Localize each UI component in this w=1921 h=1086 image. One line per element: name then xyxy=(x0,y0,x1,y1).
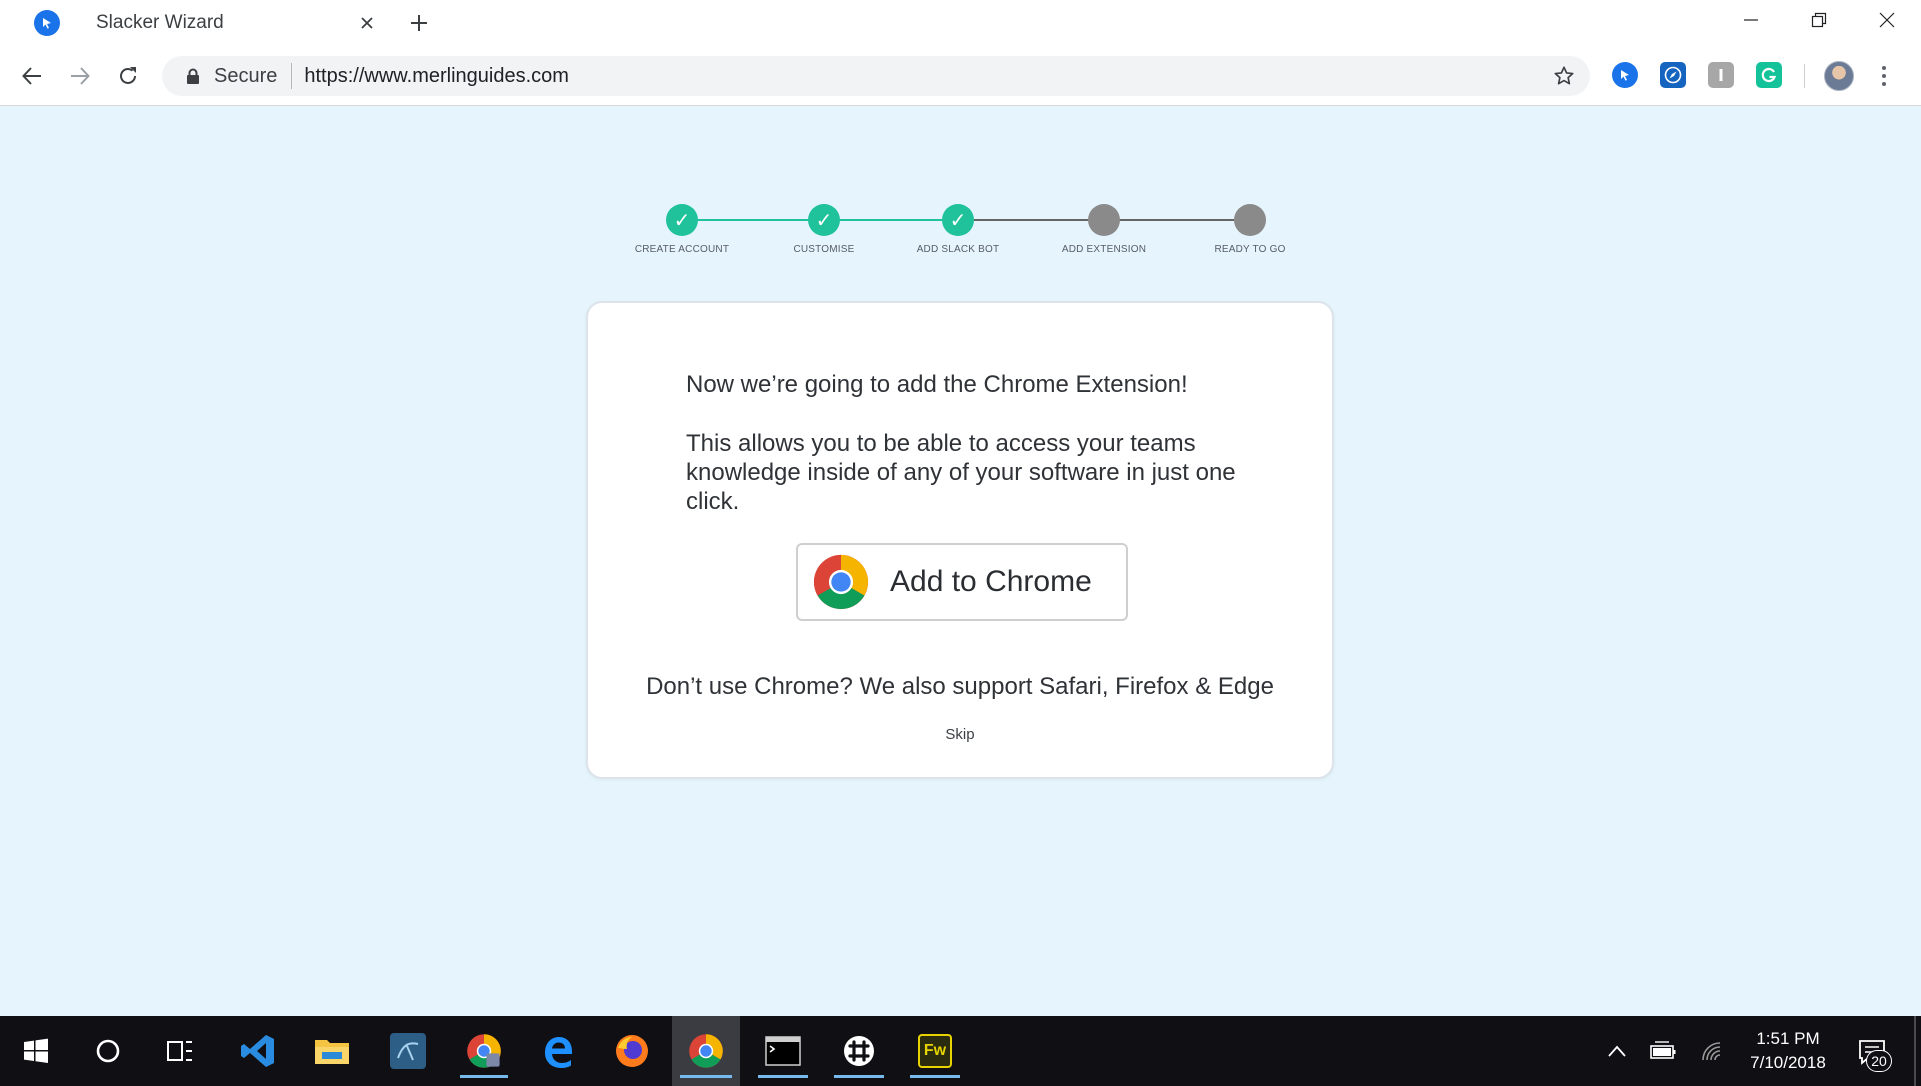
windows-start-icon[interactable] xyxy=(4,1016,68,1086)
step-check-icon: ✓ xyxy=(666,204,698,236)
card-heading: Now we’re going to add the Chrome Extens… xyxy=(686,371,1188,398)
battery-icon[interactable] xyxy=(1648,1036,1678,1066)
mysql-workbench-icon[interactable] xyxy=(376,1016,440,1086)
chevron-up-icon[interactable] xyxy=(1602,1036,1632,1066)
action-center-icon[interactable]: 20 xyxy=(1852,1032,1892,1072)
step-label: ADD SLACK BOT xyxy=(916,244,1000,255)
app-running-indicator xyxy=(910,1075,960,1078)
merlin-extension-icon[interactable] xyxy=(1612,62,1638,88)
step-add-slack-bot: ✓ ADD SLACK BOT xyxy=(878,204,1038,255)
lock-icon xyxy=(184,67,202,85)
page-content: ✓ CREATE ACCOUNT ✓ CUSTOMISE ✓ ADD SLACK… xyxy=(0,106,1921,1016)
app-running-indicator xyxy=(680,1075,732,1078)
secure-label: Secure xyxy=(214,64,278,87)
step-pending-dot xyxy=(1234,204,1266,236)
browser-support-text: Don’t use Chrome? We also support Safari… xyxy=(646,673,1274,700)
clock-date: 7/10/2018 xyxy=(1750,1053,1826,1072)
step-label: CREATE ACCOUNT xyxy=(634,244,730,255)
extensions-divider xyxy=(1804,64,1805,88)
edge-icon[interactable] xyxy=(526,1016,590,1086)
step-label: READY TO GO xyxy=(1214,244,1286,255)
chrome-icon[interactable] xyxy=(672,1016,740,1086)
tab-title: Slacker Wizard xyxy=(96,12,224,33)
instapaper-extension-icon[interactable] xyxy=(1708,62,1734,88)
extension-card: Now we’re going to add the Chrome Extens… xyxy=(586,301,1334,779)
url-text[interactable]: https://www.merlinguides.com xyxy=(304,65,569,88)
step-label: ADD EXTENSION xyxy=(1061,244,1147,255)
step-check-icon: ✓ xyxy=(942,204,974,236)
compass-extension-icon[interactable] xyxy=(1660,62,1686,88)
card-description: This allows you to be able to access you… xyxy=(686,430,1236,515)
omnibox-divider xyxy=(291,63,293,89)
bookmark-star-icon[interactable] xyxy=(1552,64,1576,88)
back-arrow-icon[interactable] xyxy=(16,60,48,92)
chrome-menu-icon[interactable] xyxy=(1874,60,1894,92)
window-controls xyxy=(1717,0,1921,40)
merlin-pointer-icon xyxy=(34,10,60,36)
address-bar[interactable]: Secure https://www.merlinguides.com xyxy=(162,56,1590,96)
task-view-icon[interactable] xyxy=(148,1016,212,1086)
show-desktop-button[interactable] xyxy=(1914,1016,1916,1086)
add-to-chrome-button[interactable]: Add to Chrome xyxy=(796,543,1128,621)
tab-strip: Slacker Wizard xyxy=(0,0,1921,46)
add-to-chrome-label: Add to Chrome xyxy=(890,565,1092,598)
taskbar-clock[interactable]: 1:51 PM 7/10/2018 xyxy=(1726,1016,1850,1086)
step-check-icon: ✓ xyxy=(808,204,840,236)
command-prompt-icon[interactable] xyxy=(750,1016,816,1086)
vscode-icon[interactable] xyxy=(226,1016,290,1086)
close-window-icon[interactable] xyxy=(1853,0,1921,40)
file-explorer-icon[interactable] xyxy=(300,1016,364,1086)
app-running-indicator xyxy=(758,1075,808,1078)
forward-arrow-icon[interactable] xyxy=(64,60,96,92)
minimize-icon[interactable] xyxy=(1717,0,1785,40)
close-tab-icon[interactable] xyxy=(354,10,380,36)
reload-icon[interactable] xyxy=(112,60,144,92)
fireworks-label: Fw xyxy=(918,1034,952,1068)
fireworks-icon[interactable]: Fw xyxy=(902,1016,968,1086)
skip-link[interactable]: Skip xyxy=(588,726,1332,743)
app-running-indicator xyxy=(460,1075,508,1078)
slack-icon[interactable] xyxy=(826,1016,892,1086)
step-label: CUSTOMISE xyxy=(793,244,855,255)
new-tab-icon[interactable] xyxy=(404,8,434,38)
browser-toolbar: Secure https://www.merlinguides.com xyxy=(0,46,1921,106)
windows-taskbar: Fw 1:51 PM 7/10/2018 20 xyxy=(0,1016,1921,1086)
step-create-account: ✓ CREATE ACCOUNT xyxy=(602,204,762,255)
app-running-indicator xyxy=(834,1075,884,1078)
grammarly-extension-icon[interactable] xyxy=(1756,62,1782,88)
wifi-icon[interactable] xyxy=(1698,1036,1728,1066)
step-ready-to-go: READY TO GO xyxy=(1170,204,1330,255)
firefox-icon[interactable] xyxy=(600,1016,664,1086)
notification-count-badge: 20 xyxy=(1866,1050,1892,1072)
clock-time: 1:51 PM xyxy=(1756,1029,1820,1048)
step-add-extension: ADD EXTENSION xyxy=(1024,204,1184,255)
step-pending-dot xyxy=(1088,204,1120,236)
profile-avatar[interactable] xyxy=(1824,61,1854,91)
cortana-search-icon[interactable] xyxy=(76,1016,140,1086)
restore-icon[interactable] xyxy=(1785,0,1853,40)
chrome-profile-icon[interactable] xyxy=(452,1016,516,1086)
chrome-logo-icon xyxy=(813,554,869,610)
browser-tab[interactable]: Slacker Wizard xyxy=(24,0,384,46)
